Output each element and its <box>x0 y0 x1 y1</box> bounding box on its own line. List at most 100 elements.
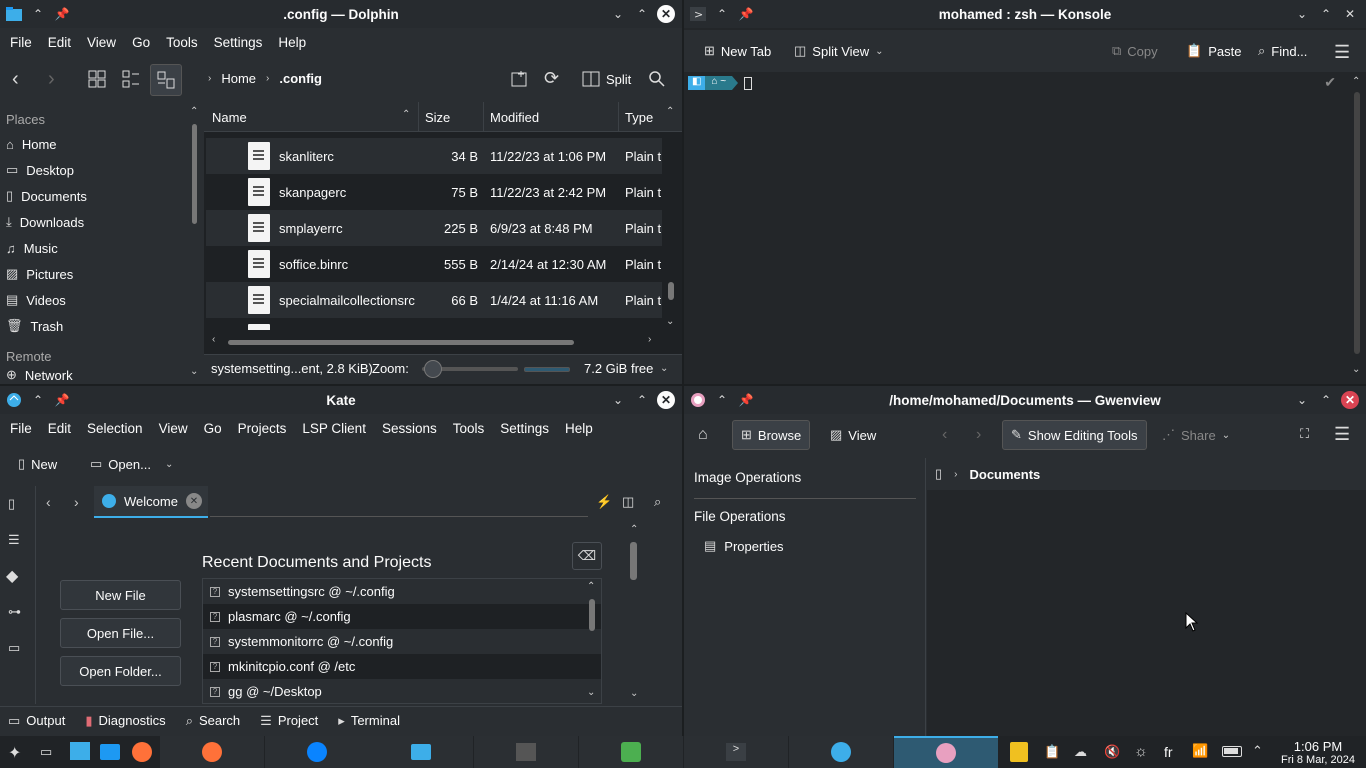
menu-help[interactable]: Help <box>270 35 314 50</box>
tab-back-icon[interactable]: ‹ <box>46 494 51 510</box>
close-button[interactable]: ✕ <box>654 388 678 412</box>
places-scrollbar[interactable]: ⌃ ⌄ <box>188 104 202 380</box>
battery-icon[interactable] <box>1222 746 1242 757</box>
previous-icon[interactable]: ‹ <box>942 426 947 444</box>
keep-above-icon[interactable]: ⌃ <box>26 2 50 26</box>
place-home[interactable]: ⌂ Home <box>0 131 184 157</box>
pager-icon[interactable] <box>70 742 90 760</box>
show-editing-tools-button[interactable]: ✎ Show Editing Tools <box>1002 420 1147 450</box>
git-icon[interactable]: ◆ <box>6 566 18 586</box>
place-pictures[interactable]: ▨ Pictures <box>0 261 184 287</box>
recent-item[interactable]: ? systemmonitorrc @ ~/.config <box>203 629 601 654</box>
maximize-button[interactable]: ⌃ <box>1314 388 1338 412</box>
gwenview-browse-area[interactable]: ▯ › Documents <box>927 458 1366 736</box>
menu-projects[interactable]: Projects <box>230 421 295 436</box>
forward-icon[interactable]: › <box>48 68 55 91</box>
recent-item[interactable]: ? systemsettingsrc @ ~/.config <box>203 579 601 604</box>
task-konsole[interactable]: > <box>684 736 788 768</box>
split-view-button[interactable]: ◫ Split View ⌄ <box>786 36 892 66</box>
output-tab[interactable]: ▭ Output <box>8 713 65 729</box>
menu-help[interactable]: Help <box>557 421 601 436</box>
menu-tools[interactable]: Tools <box>158 35 206 50</box>
place-videos[interactable]: ▤ Videos <box>0 287 184 313</box>
file-manager-launcher-icon[interactable] <box>100 744 120 760</box>
task-dolphin[interactable] <box>369 736 473 768</box>
place-music[interactable]: ♫ Music <box>0 235 184 261</box>
close-button[interactable]: ✕ <box>654 2 678 26</box>
menu-edit[interactable]: Edit <box>40 421 79 436</box>
menu-view[interactable]: View <box>151 421 196 436</box>
wifi-icon[interactable]: 📶 <box>1192 743 1208 759</box>
back-icon[interactable]: ‹ <box>12 68 19 91</box>
close-button[interactable]: ✕ <box>1338 2 1362 26</box>
pin-icon[interactable]: 📌 <box>50 2 74 26</box>
show-desktop-icon[interactable]: ▭ <box>40 744 52 760</box>
close-button[interactable]: ✕ <box>1338 388 1362 412</box>
tab-forward-icon[interactable]: › <box>74 494 79 510</box>
open-file-button[interactable]: Open File... <box>60 618 181 648</box>
paste-button[interactable]: 📋 Paste <box>1178 36 1249 66</box>
next-icon[interactable]: › <box>976 426 981 444</box>
task-gwenview[interactable] <box>894 736 998 768</box>
recent-item[interactable]: ? gg @ ~/Desktop <box>203 679 601 703</box>
menu-settings[interactable]: Settings <box>492 421 557 436</box>
diagnostics-tab[interactable]: ▮ Diagnostics <box>85 713 165 729</box>
col-type[interactable]: Type <box>625 110 653 125</box>
minimize-button[interactable]: ⌄ <box>1290 388 1314 412</box>
terminal-area[interactable]: ◧ ⌂ ~ ✔ ⌃ ⌄ <box>684 72 1366 384</box>
minimize-button[interactable]: ⌄ <box>606 2 630 26</box>
breadcrumb-home[interactable]: Home <box>221 71 256 86</box>
menu-sessions[interactable]: Sessions <box>374 421 445 436</box>
reload-icon[interactable]: ⟳ <box>544 68 559 89</box>
split-view-icon[interactable]: ◫ <box>622 494 634 510</box>
maximize-button[interactable]: ⌃ <box>630 388 654 412</box>
place-trash[interactable]: 🗑 Trash <box>0 313 184 339</box>
place-downloads[interactable]: ⤓ Downloads <box>0 209 184 235</box>
tray-expand-icon[interactable]: ⌃ <box>1252 743 1263 759</box>
open-folder-button[interactable]: Open Folder... <box>60 656 181 686</box>
clipboard-icon[interactable]: 📋 <box>1044 744 1060 760</box>
file-row[interactable]: skanliterc 34 B 11/22/23 at 1:06 PM Plain t… <box>206 138 662 174</box>
new-tab-button[interactable]: ⊞ New Tab <box>696 36 779 66</box>
minimize-button[interactable]: ⌄ <box>1290 2 1314 26</box>
fullscreen-icon[interactable]: ⛶ <box>1300 426 1309 442</box>
search-icon[interactable] <box>648 70 666 88</box>
terminal-tab[interactable]: ▸ Terminal <box>338 713 400 729</box>
app-launcher-icon[interactable]: ✦ <box>8 743 21 763</box>
new-file-button[interactable]: New File <box>60 580 181 610</box>
brightness-icon[interactable]: ☼ <box>1134 743 1148 760</box>
menu-go[interactable]: Go <box>196 421 230 436</box>
col-name[interactable]: Name <box>212 110 247 125</box>
volume-muted-icon[interactable]: 🔇 <box>1104 744 1120 760</box>
menu-go[interactable]: Go <box>124 35 158 50</box>
konsole-titlebar[interactable]: > ⌃ 📌 mohamed : zsh — Konsole ⌄ ⌃ ✕ <box>684 0 1366 28</box>
file-list-hscrollbar[interactable]: ‹ › <box>206 332 662 352</box>
menu-lsp-client[interactable]: LSP Client <box>294 421 374 436</box>
new-folder-icon[interactable] <box>510 70 528 88</box>
pin-icon[interactable]: 📌 <box>734 2 758 26</box>
filesystem-icon[interactable]: ▭ <box>8 640 20 656</box>
menu-tools[interactable]: Tools <box>445 421 493 436</box>
task-system-settings[interactable] <box>579 736 683 768</box>
find-button[interactable]: ⌕ Find... <box>1250 36 1315 66</box>
menu-settings[interactable]: Settings <box>206 35 271 50</box>
menu-edit[interactable]: Edit <box>40 35 79 50</box>
open-button[interactable]: ▭ Open... ⌄ <box>82 449 181 479</box>
dolphin-app-icon[interactable] <box>2 2 26 26</box>
gwenview-titlebar[interactable]: ⌃ 📌 /home/mohamed/Documents — Gwenview ⌄… <box>684 386 1366 414</box>
terminal-scrollbar[interactable]: ⌃ ⌄ <box>1350 72 1364 375</box>
file-list-vscrollbar[interactable]: ⌃ ⌄ <box>662 102 680 330</box>
file-row[interactable]: specialmailcollectionsrc 66 B 1/4/24 at 11… <box>206 282 662 318</box>
details-view-icon[interactable] <box>150 64 182 96</box>
file-row[interactable]: soffice.binrc 555 B 2/14/24 at 12:30 AM Pla… <box>206 246 662 282</box>
col-size[interactable]: Size <box>425 110 450 125</box>
icons-view-icon[interactable] <box>88 70 106 88</box>
file-row[interactable]: smplayerrc225 B6/9/23 at 8:48 PMPlain te… <box>206 210 662 246</box>
file-row[interactable]: skanpagerc 75 B 11/22/23 at 2:42 PM Plain t… <box>206 174 662 210</box>
tab-welcome[interactable]: Welcome ✕ <box>94 486 208 518</box>
task-thunderbird[interactable] <box>265 736 369 768</box>
clear-recent-icon[interactable]: ⌫ <box>572 542 602 570</box>
clock[interactable]: 1:06 PM Fri 8 Mar, 2024 <box>1274 739 1362 766</box>
breadcrumb-documents[interactable]: Documents <box>970 467 1041 482</box>
recent-scrollbar[interactable]: ⌃ ⌄ <box>585 579 599 703</box>
